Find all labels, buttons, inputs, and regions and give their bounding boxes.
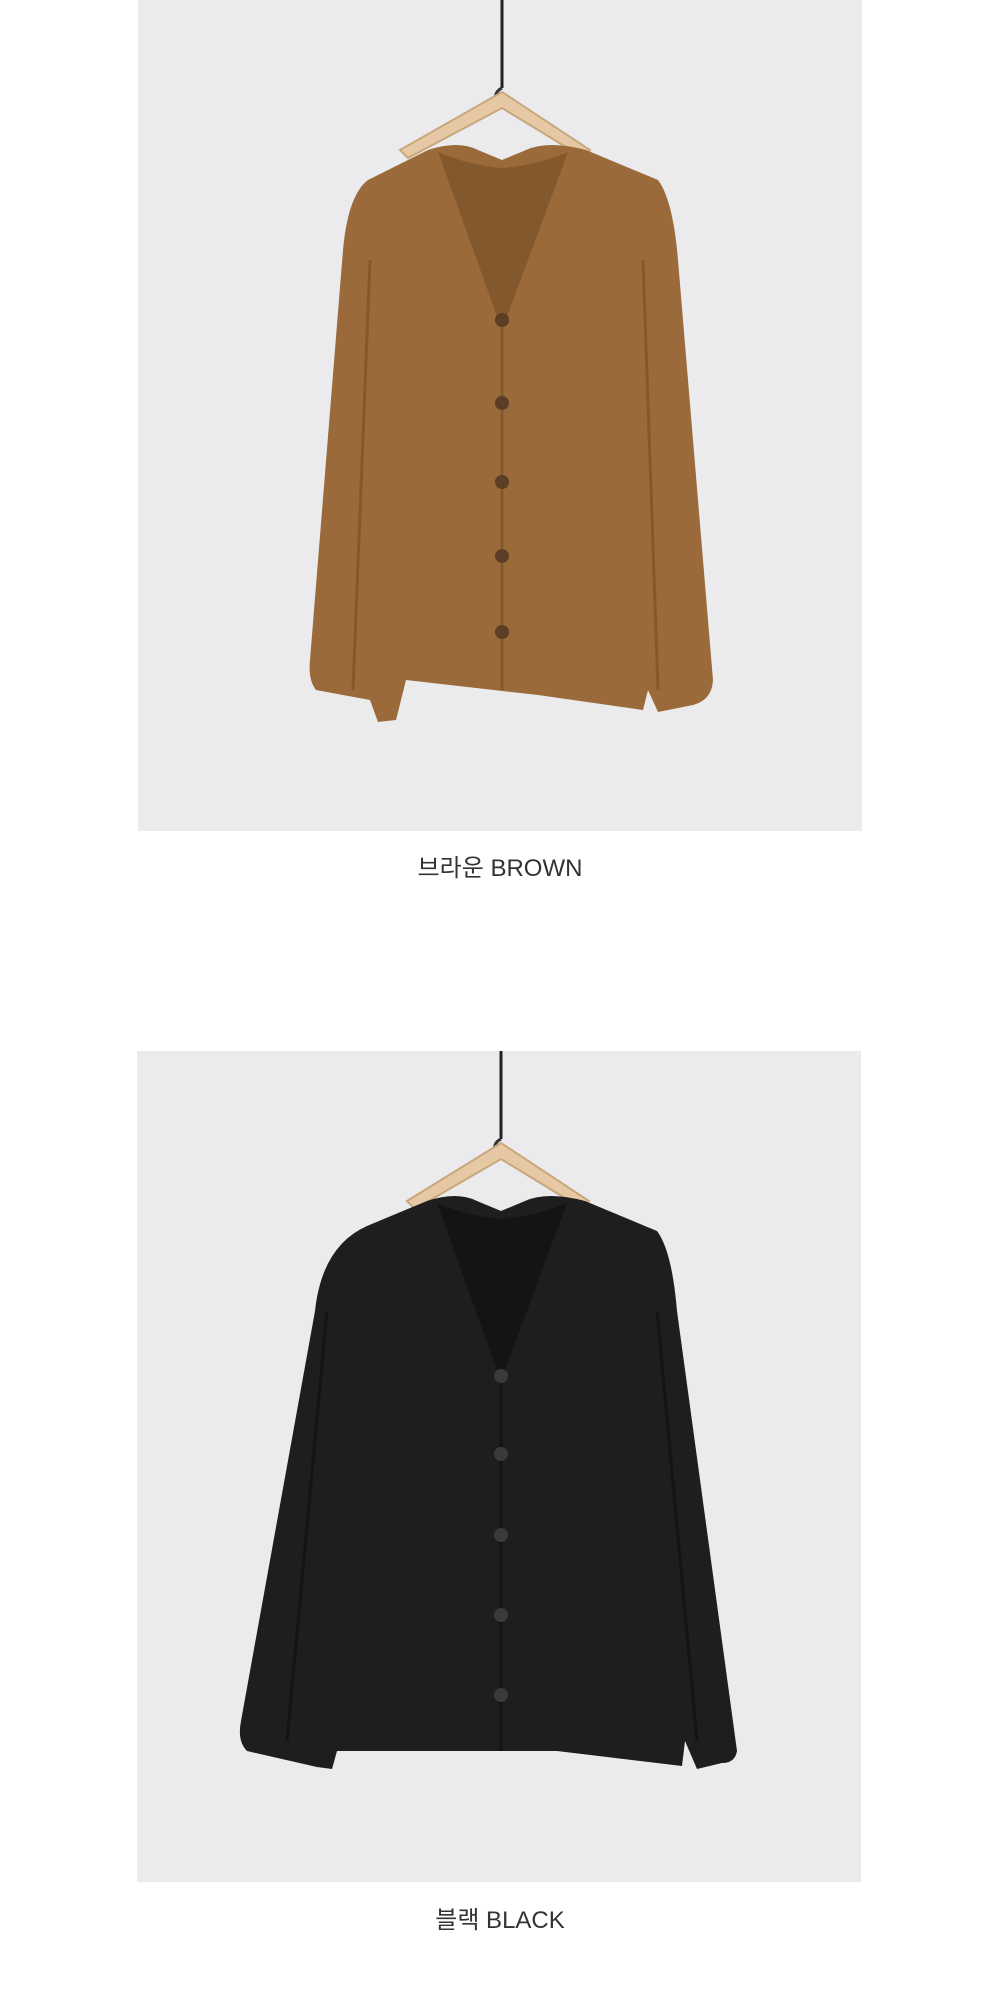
color-caption-black: 블랙 BLACK <box>435 1907 565 1934</box>
button-dot <box>495 313 509 327</box>
button-dot <box>494 1447 508 1461</box>
product-image-black <box>137 1051 861 1882</box>
button-dot <box>494 1369 508 1383</box>
button-dot <box>494 1688 508 1702</box>
button-dot <box>495 625 509 639</box>
button-dot <box>494 1528 508 1542</box>
color-caption-brown: 브라운 BROWN <box>417 855 583 882</box>
button-dot <box>495 475 509 489</box>
button-dot <box>495 396 509 410</box>
button-dot <box>495 549 509 563</box>
button-dot <box>494 1608 508 1622</box>
product-image-brown <box>138 0 862 831</box>
